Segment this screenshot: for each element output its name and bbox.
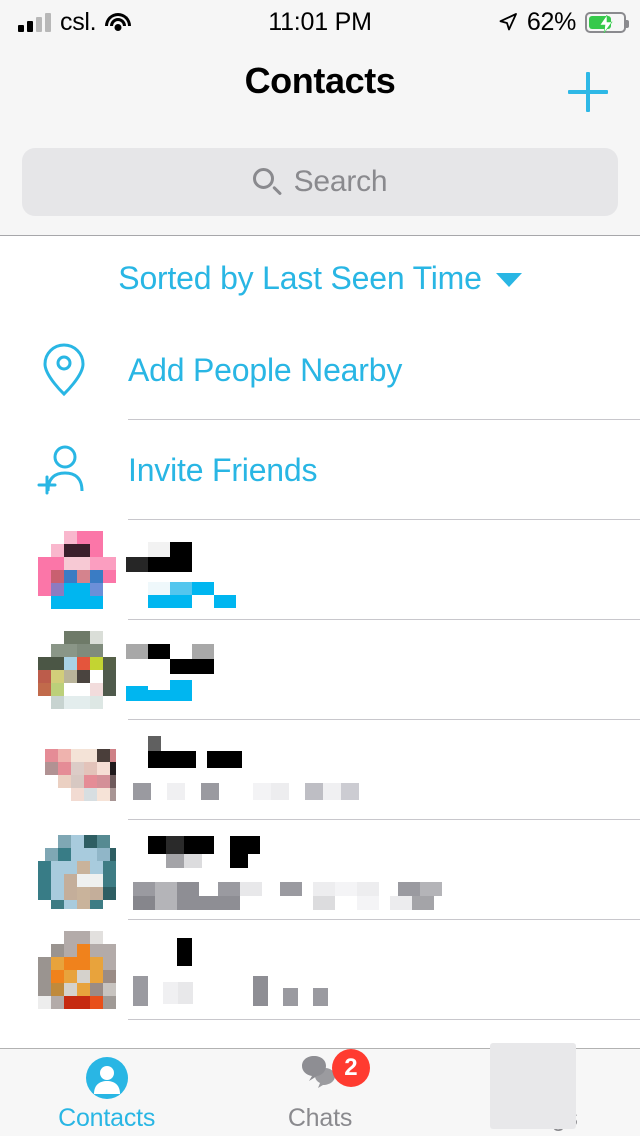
location-pin-icon — [0, 342, 128, 398]
search-placeholder: Search — [293, 165, 388, 198]
contact-row[interactable] — [0, 920, 640, 1020]
tab-chats[interactable]: 2 Chats — [213, 1048, 426, 1136]
search-input[interactable]: Search — [22, 148, 618, 216]
avatar — [38, 931, 116, 1009]
invite-friends-row[interactable]: Invite Friends — [0, 420, 640, 520]
location-arrow-icon — [499, 13, 517, 31]
add-people-nearby-row[interactable]: Add People Nearby — [0, 320, 640, 420]
person-filled-icon — [85, 1055, 129, 1101]
contact-row[interactable] — [0, 520, 640, 620]
battery-charging-icon — [585, 11, 629, 33]
avatar — [38, 831, 116, 909]
sort-selector[interactable]: Sorted by Last Seen Time — [0, 236, 640, 320]
avatar — [38, 531, 116, 609]
tab-bar: Contacts 2 Chats Settings — [0, 1043, 640, 1136]
contact-row[interactable] — [0, 620, 640, 720]
tab-contacts-label: Contacts — [58, 1104, 156, 1132]
search-icon — [252, 167, 282, 197]
sort-label: Sorted by Last Seen Time — [118, 259, 482, 296]
contact-row[interactable] — [0, 720, 640, 820]
status-bar: csl. 11:01 PM 62% — [0, 0, 640, 44]
page-title: Contacts — [244, 60, 396, 101]
chats-badge: 2 — [331, 1049, 370, 1087]
status-bar-right: 62% — [498, 7, 629, 37]
add-contact-button[interactable] — [556, 60, 620, 124]
invite-friends-label: Invite Friends — [128, 451, 318, 488]
chevron-down-icon — [495, 273, 522, 287]
plus-icon — [568, 72, 608, 112]
contacts-list: Sorted by Last Seen Time Add People Near… — [0, 236, 640, 1048]
tab-contacts[interactable]: Contacts — [0, 1048, 213, 1136]
add-person-icon — [0, 443, 128, 497]
tab-chats-label: Chats — [287, 1104, 353, 1132]
contacts-screen: csl. 11:01 PM 62% Contacts Search Sorted… — [0, 0, 640, 1136]
navigation-bar: Contacts Search — [0, 44, 640, 236]
battery-percent-label: 62% — [526, 7, 576, 36]
clock-label: 11:01 PM — [268, 7, 372, 36]
row-separator — [128, 1019, 640, 1020]
avatar — [38, 631, 116, 709]
add-people-nearby-label: Add People Nearby — [128, 351, 403, 388]
avatar — [38, 731, 116, 809]
settings-icon-redacted — [490, 1043, 577, 1129]
tab-settings[interactable]: Settings — [427, 1043, 640, 1136]
contact-row[interactable] — [0, 820, 640, 920]
chat-bubbles-icon: 2 — [292, 1049, 370, 1101]
